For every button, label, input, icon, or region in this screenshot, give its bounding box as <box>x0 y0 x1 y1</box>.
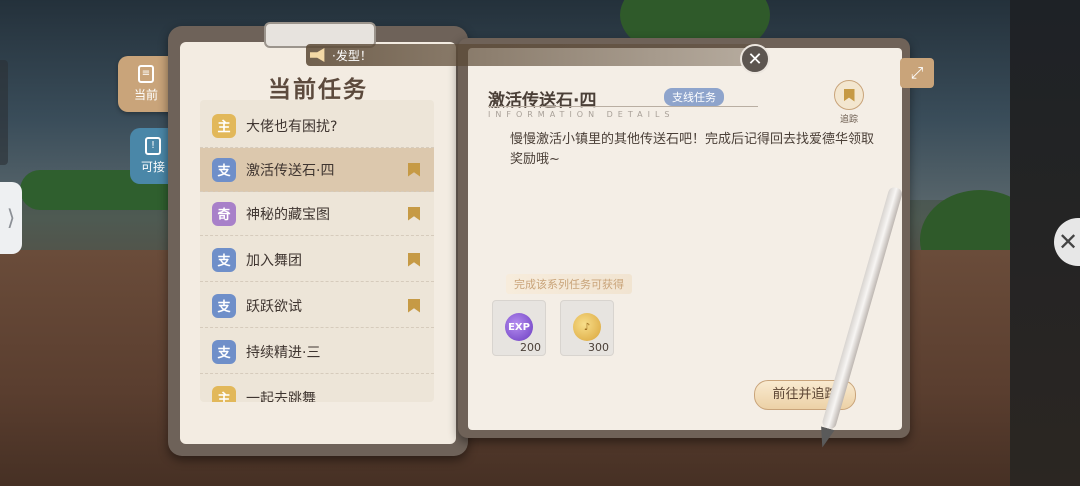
announcement-text: ·发型！ <box>332 48 372 63</box>
quest-name: 激活传送石·四 <box>246 162 335 179</box>
reward-caption: 完成该系列任务可获得 <box>506 274 632 294</box>
track-label: 追踪 <box>839 115 858 125</box>
quest-item[interactable]: 支 跃跃欲试 <box>200 284 434 328</box>
quest-item-selected[interactable]: 支 激活传送石·四 <box>200 148 434 192</box>
branch-quest-badge: 支 <box>212 339 236 364</box>
left-edge-strip <box>0 60 8 165</box>
announcement-bar: ·发型！ <box>306 44 758 66</box>
speaker-icon <box>310 48 325 62</box>
exclamation-icon: ! <box>145 137 161 155</box>
quest-name: 加入舞团 <box>246 252 302 269</box>
detail-title: 激活传送石·四 <box>488 91 597 111</box>
quest-type-tag: 支线任务 <box>664 88 724 106</box>
coin-icon: ♪ <box>573 313 601 341</box>
detail-subtitle: INFORMATION DETAILS <box>488 110 675 119</box>
branch-quest-badge: 支 <box>212 247 236 272</box>
quest-item[interactable]: 主 一起去跳舞 <box>200 376 434 402</box>
side-expand-handle[interactable]: ⟩ <box>0 182 22 254</box>
quest-name: 持续精进·三 <box>246 344 321 361</box>
quest-name: 一起去跳舞 <box>246 390 316 403</box>
quest-item[interactable]: 支 持续精进·三 <box>200 330 434 374</box>
quest-item[interactable]: 主 大佬也有困扰? <box>200 104 434 148</box>
reward-amount: 200 <box>520 341 541 354</box>
reward-amount: 300 <box>588 341 609 354</box>
quest-name: 跃跃欲试 <box>246 298 302 315</box>
quest-name: 神秘的藏宝图 <box>246 206 330 223</box>
main-quest-badge: 主 <box>212 385 236 402</box>
close-icon[interactable]: ✕ <box>740 44 770 74</box>
quest-name: 大佬也有困扰? <box>246 118 338 135</box>
fullscreen-icon[interactable]: ⤢ <box>900 58 934 88</box>
bookmark-icon <box>408 252 420 267</box>
notepad-icon: ≡ <box>138 65 154 83</box>
branch-quest-badge: 支 <box>212 157 236 182</box>
branch-quest-badge: 支 <box>212 293 236 318</box>
track-button[interactable]: 追踪 <box>832 80 866 125</box>
quest-item[interactable]: 奇 神秘的藏宝图 <box>200 192 434 236</box>
bookmark-icon <box>408 206 420 221</box>
bookmark-icon <box>408 162 420 177</box>
quest-list[interactable]: 主 大佬也有困扰? 支 激活传送石·四 奇 神秘的藏宝图 支 加入舞团 支 跃跃… <box>200 100 434 402</box>
track-circle <box>834 80 864 110</box>
mystery-quest-badge: 奇 <box>212 201 236 226</box>
reward-slot-coin[interactable]: ♪ 300 <box>560 300 614 356</box>
quest-panel-title: 当前任务 <box>268 77 368 103</box>
main-quest-badge: 主 <box>212 113 236 138</box>
bookmark-icon <box>408 298 420 313</box>
bookmark-icon <box>843 88 855 102</box>
tab-current[interactable]: ≡ 当前 <box>118 56 174 112</box>
tab-available-label: 可接 <box>140 160 165 174</box>
detail-description: 慢慢激活小镇里的其他传送石吧！完成后记得回去找爱德华领取奖励哦~ <box>510 132 875 167</box>
quest-item[interactable]: 支 加入舞团 <box>200 238 434 282</box>
reward-slot-exp[interactable]: EXP 200 <box>492 300 546 356</box>
title-divider <box>488 106 758 107</box>
exp-icon: EXP <box>505 313 533 341</box>
tab-current-label: 当前 <box>133 88 158 102</box>
